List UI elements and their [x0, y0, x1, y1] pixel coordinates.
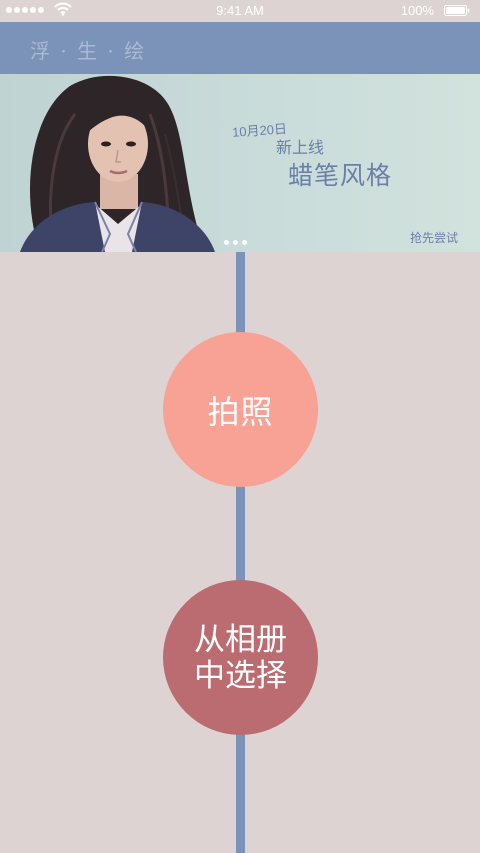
choose-from-album-label: 从相册 中选择	[194, 621, 287, 694]
status-bar: 9:41 AM 100%	[0, 0, 480, 22]
choose-from-album-button[interactable]: 从相册 中选择	[163, 580, 318, 735]
battery-icon	[444, 5, 470, 16]
page-dot[interactable]	[242, 240, 247, 245]
portrait-photo	[20, 75, 215, 252]
promo-banner[interactable]: 10月20日 新上线 蜡笔风格 抢先尝试	[0, 74, 480, 252]
nav-bar: 浮 · 生 · 绘	[0, 22, 480, 74]
take-photo-button[interactable]: 拍照	[163, 332, 318, 487]
app-title: 浮 · 生 · 绘	[30, 39, 147, 63]
take-photo-label: 拍照	[207, 392, 274, 431]
page-dot[interactable]	[224, 240, 229, 245]
banner-new-label: 新上线	[276, 138, 325, 157]
page-dot[interactable]	[233, 240, 238, 245]
banner-style-name: 蜡笔风格	[288, 161, 393, 190]
banner-page-indicator[interactable]	[224, 240, 247, 245]
try-now-link[interactable]: 抢先尝试	[410, 229, 458, 246]
battery-percentage: 100%	[400, 3, 434, 18]
